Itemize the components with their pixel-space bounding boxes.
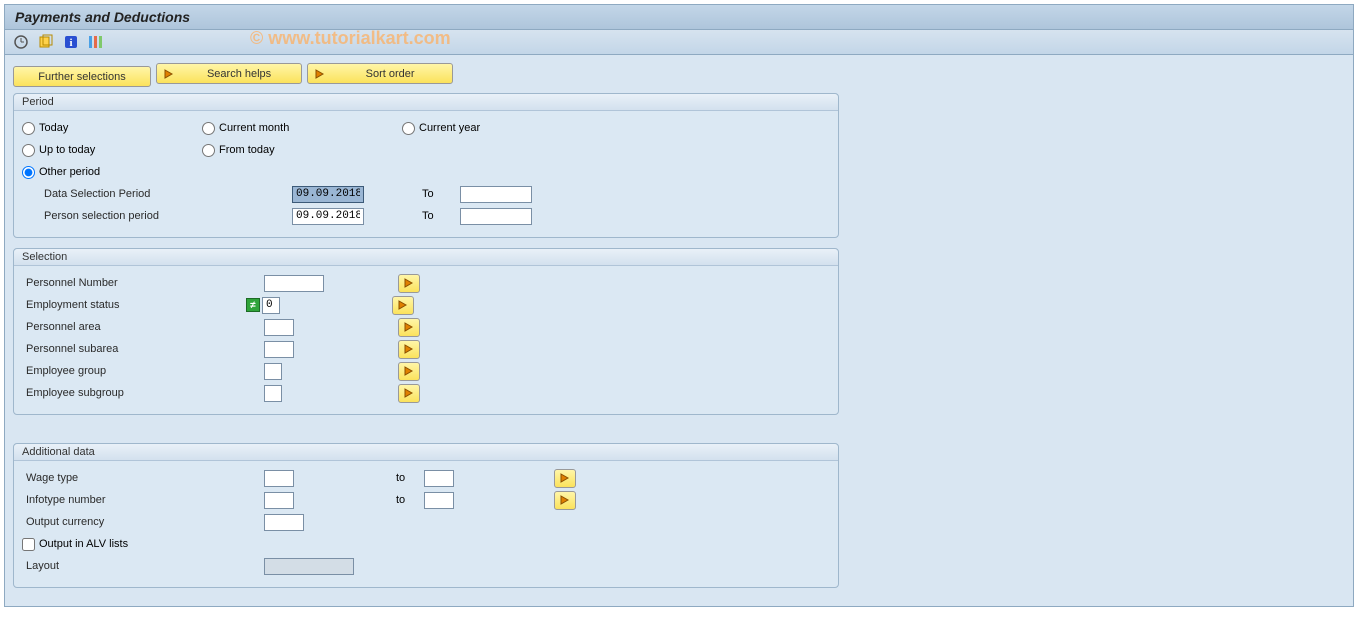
personnel-number-multi-button[interactable] — [398, 274, 420, 293]
to-label: to — [394, 472, 424, 484]
output-alv-checkbox[interactable]: Output in ALV lists — [22, 538, 128, 551]
period-curyear-radio[interactable]: Current year — [402, 122, 480, 135]
employee-subgroup-multi-button[interactable] — [398, 384, 420, 403]
wage-type-from-input[interactable] — [264, 470, 294, 487]
structure-icon[interactable] — [88, 34, 104, 50]
data-selection-period-label: Data Selection Period — [22, 188, 232, 200]
personnel-number-input[interactable] — [264, 275, 324, 292]
wage-type-label: Wage type — [22, 472, 232, 484]
to-label: to — [394, 494, 424, 506]
wage-type-to-input[interactable] — [424, 470, 454, 487]
output-currency-label: Output currency — [22, 516, 232, 528]
arrow-right-icon — [163, 68, 175, 80]
further-selections-button[interactable]: Further selections — [13, 66, 151, 87]
personnel-area-label: Personnel area — [22, 321, 232, 333]
personnel-number-label: Personnel Number — [22, 277, 232, 289]
info-icon[interactable]: i — [63, 34, 79, 50]
period-other-radio[interactable]: Other period — [22, 166, 100, 179]
period-curmonth-radio[interactable]: Current month — [202, 122, 289, 135]
infotype-number-label: Infotype number — [22, 494, 232, 506]
sort-order-button[interactable]: Sort order — [307, 63, 453, 84]
data-selection-to-input[interactable] — [460, 186, 532, 203]
period-fromtoday-radio[interactable]: From today — [202, 144, 275, 157]
employee-group-input[interactable] — [264, 363, 282, 380]
infotype-to-input[interactable] — [424, 492, 454, 509]
output-currency-input[interactable] — [264, 514, 304, 531]
wage-type-multi-button[interactable] — [554, 469, 576, 488]
additional-data-legend: Additional data — [14, 444, 838, 461]
period-group: Period Today Up to today Other period Cu… — [13, 93, 839, 238]
personnel-area-input[interactable] — [264, 319, 294, 336]
personnel-area-multi-button[interactable] — [398, 318, 420, 337]
period-today-radio[interactable]: Today — [22, 122, 68, 135]
employee-subgroup-label: Employee subgroup — [22, 387, 232, 399]
search-helps-button[interactable]: Search helps — [156, 63, 302, 84]
selection-buttons: Further selections Search helps Sort ord… — [13, 63, 1345, 87]
to-label: To — [420, 188, 460, 200]
execute-icon[interactable] — [13, 34, 29, 50]
employee-group-multi-button[interactable] — [398, 362, 420, 381]
employee-subgroup-input[interactable] — [264, 385, 282, 402]
personnel-subarea-multi-button[interactable] — [398, 340, 420, 359]
person-selection-period-label: Person selection period — [22, 210, 232, 222]
employee-group-label: Employee group — [22, 365, 232, 377]
layout-label: Layout — [22, 560, 232, 572]
not-equal-icon[interactable]: ≠ — [246, 298, 260, 312]
employment-status-multi-button[interactable] — [392, 296, 414, 315]
personnel-subarea-input[interactable] — [264, 341, 294, 358]
additional-data-group: Additional data Wage type to Infotype nu… — [13, 443, 839, 588]
selection-legend: Selection — [14, 249, 838, 266]
selection-group: Selection Personnel Number Employment st… — [13, 248, 839, 415]
svg-text:i: i — [70, 37, 73, 49]
layout-input[interactable] — [264, 558, 354, 575]
variant-icon[interactable] — [38, 34, 54, 50]
employment-status-input[interactable] — [262, 297, 280, 314]
infotype-from-input[interactable] — [264, 492, 294, 509]
person-selection-from-input[interactable] — [292, 208, 364, 225]
arrow-right-icon — [314, 68, 326, 80]
app-toolbar: i © www.tutorialkart.com — [5, 30, 1353, 55]
period-uptotoday-radio[interactable]: Up to today — [22, 144, 95, 157]
infotype-multi-button[interactable] — [554, 491, 576, 510]
employment-status-label: Employment status — [22, 299, 232, 311]
page-title: Payments and Deductions — [5, 5, 1353, 30]
person-selection-to-input[interactable] — [460, 208, 532, 225]
watermark: © www.tutorialkart.com — [250, 28, 451, 49]
to-label: To — [420, 210, 460, 222]
period-legend: Period — [14, 94, 838, 111]
personnel-subarea-label: Personnel subarea — [22, 343, 232, 355]
data-selection-from-input[interactable] — [292, 186, 364, 203]
